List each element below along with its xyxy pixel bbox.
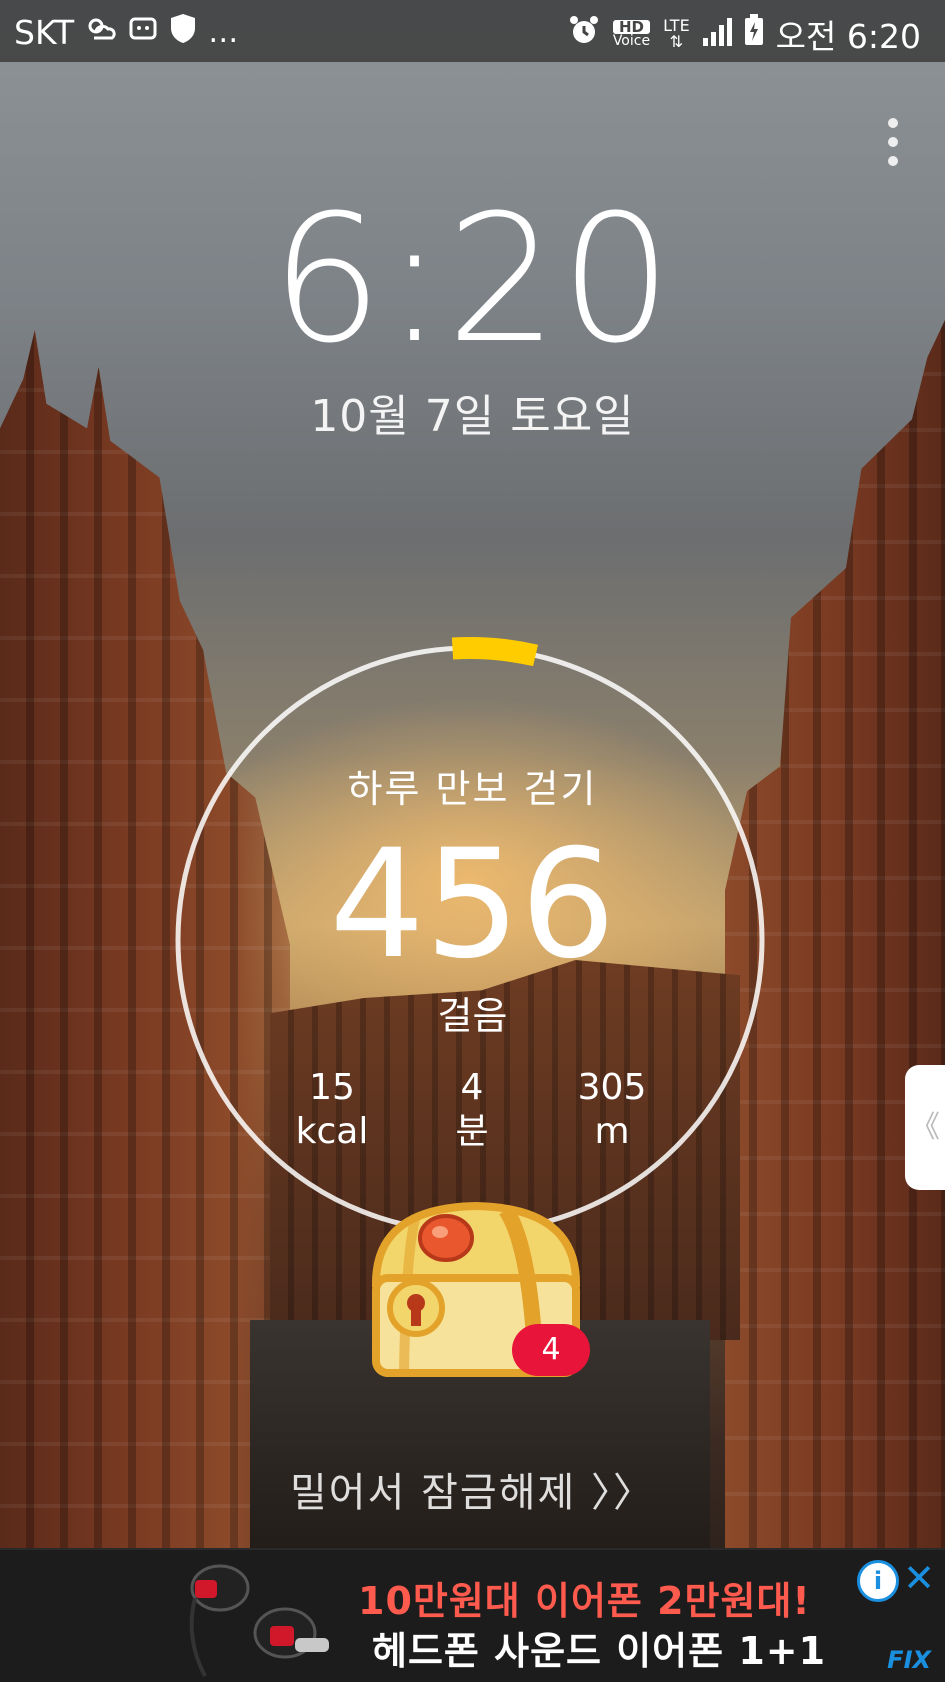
pedometer-title: 하루 만보 걷기 — [347, 767, 598, 811]
ad-info-icon[interactable]: i — [857, 1560, 899, 1602]
status-time: 오전 6:20 — [775, 17, 921, 56]
distance-unit: m — [594, 1111, 630, 1152]
swipe-unlock-hint[interactable]: 밀어서 잠금해제 〉〉 — [0, 1460, 945, 1518]
lock-date: 10월 7일 토요일 — [310, 391, 635, 442]
overflow-menu-icon[interactable] — [885, 118, 901, 166]
calories-unit: kcal — [295, 1111, 369, 1152]
calories-stat: 15 kcal — [262, 1066, 402, 1154]
ad-brand-logo: FIX — [887, 1646, 931, 1674]
earphones-image — [189, 1564, 329, 1677]
alarm-icon — [568, 14, 600, 54]
minutes-value: 4 — [460, 1067, 484, 1108]
ad-headline: 10만원대 이어폰 2만원대! — [358, 1579, 811, 1623]
carrier-label: SKT — [14, 12, 75, 52]
minutes-unit: 분 — [455, 1111, 489, 1152]
lock-clock: 6:20 — [270, 177, 675, 382]
distance-stat: 305 m — [542, 1066, 682, 1154]
double-chevron-left-icon: 《 — [910, 1110, 940, 1145]
lte-icon: LTE ⇅ — [663, 16, 690, 51]
side-panel-handle[interactable]: 《 — [905, 1065, 945, 1190]
step-unit: 걸음 — [437, 994, 508, 1038]
minutes-stat: 4 분 — [402, 1066, 542, 1154]
step-progress-arc — [451, 637, 539, 667]
more-notifications-icon: … — [208, 14, 239, 50]
signal-icon — [702, 15, 732, 54]
chest-count-badge: 4 — [512, 1324, 590, 1376]
calories-value: 15 — [309, 1067, 355, 1108]
distance-value: 305 — [577, 1067, 647, 1108]
shield-icon — [168, 12, 198, 52]
status-bar: SKT … HD Voice LTE ⇅ 오전 6:20 — [0, 0, 945, 62]
battery-charging-icon — [744, 14, 764, 54]
step-count: 456 — [329, 818, 616, 992]
weather-icon — [84, 13, 118, 52]
chat-app-icon — [128, 13, 158, 52]
hd-voice-icon: HD Voice — [612, 18, 651, 49]
ad-close-icon[interactable]: ✕ — [903, 1556, 935, 1600]
ad-subline: 헤드폰 사운드 이어폰 1+1 — [372, 1629, 827, 1673]
ad-banner[interactable]: 10만원대 이어폰 2만원대! 헤드폰 사운드 이어폰 1+1 i ✕ FIX — [0, 1548, 945, 1682]
